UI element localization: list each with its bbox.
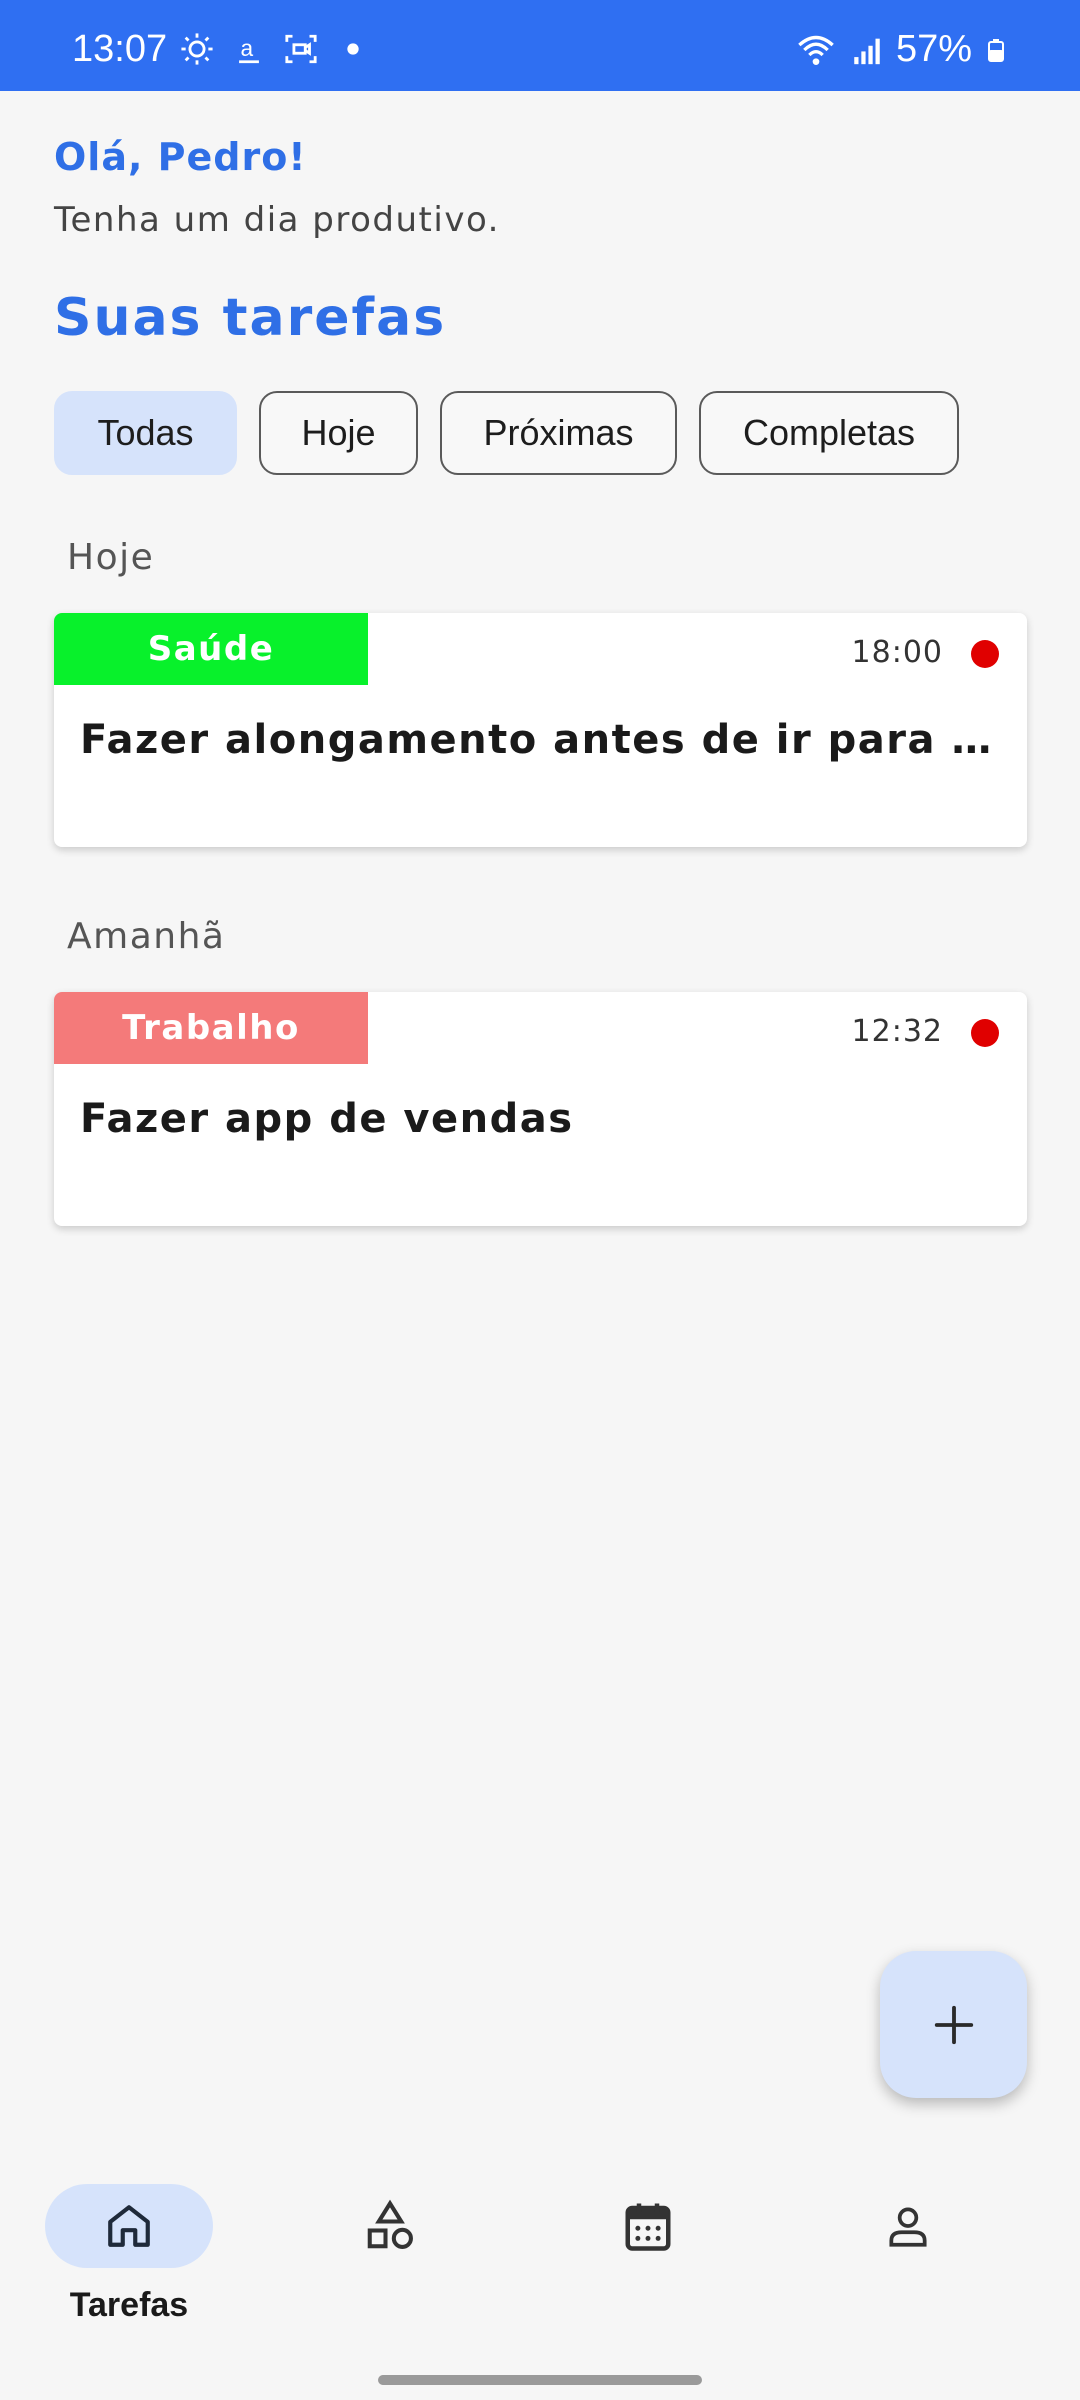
screen-record-icon <box>285 34 317 64</box>
nav-item-tarefas[interactable]: Tarefas <box>29 2184 229 2334</box>
nav-item-categories[interactable] <box>290 2184 490 2334</box>
filter-chip-completas[interactable]: Completas <box>699 391 959 475</box>
notification-dot-icon <box>347 43 359 55</box>
shapes-icon <box>367 2199 413 2249</box>
profile-icon <box>889 2207 927 2247</box>
wifi-icon <box>798 35 834 65</box>
bottom-navigation: Tarefas <box>0 2160 1080 2400</box>
filter-chips: Todas Hoje Próximas Completas <box>54 391 959 475</box>
status-bar: 13:07 a 57% <box>0 0 1080 91</box>
nav-item-calendar[interactable] <box>548 2184 748 2334</box>
task-title: Fazer alongamento antes de ir para facul… <box>80 717 1000 763</box>
task-title: Fazer app de vendas <box>80 1096 574 1142</box>
filter-chip-proximas[interactable]: Próximas <box>440 391 677 475</box>
status-icons-left: a <box>180 32 370 66</box>
task-time: 18:00 <box>851 635 943 670</box>
nav-item-profile[interactable] <box>808 2184 1008 2334</box>
nav-pill <box>306 2184 474 2268</box>
nav-active-indicator <box>45 2184 213 2268</box>
priority-dot <box>971 640 999 668</box>
group-label-tomorrow: Amanhã <box>67 916 226 957</box>
category-tag: Trabalho <box>54 992 368 1064</box>
brightness-icon <box>181 33 213 65</box>
battery-icon <box>988 38 1004 62</box>
filter-chip-hoje[interactable]: Hoje <box>259 391 418 475</box>
task-time: 12:32 <box>851 1014 943 1049</box>
greeting: Olá, Pedro! <box>54 135 307 179</box>
battery-percentage: 57% <box>895 28 972 70</box>
group-label-today: Hoje <box>67 537 155 578</box>
home-indicator[interactable] <box>378 2375 702 2385</box>
nav-pill <box>824 2184 992 2268</box>
page-title: Suas tarefas <box>54 288 447 348</box>
priority-dot <box>971 1019 999 1047</box>
filter-chip-todas[interactable]: Todas <box>54 391 237 475</box>
signal-icon <box>854 38 880 64</box>
home-icon <box>108 2205 150 2247</box>
task-card[interactable]: Trabalho 12:32 Fazer app de vendas <box>54 992 1027 1226</box>
nav-pill <box>564 2184 732 2268</box>
amazon-icon: a <box>239 35 259 64</box>
category-tag: Saúde <box>54 613 368 685</box>
add-task-button[interactable] <box>880 1951 1027 2098</box>
task-card[interactable]: Saúde 18:00 Fazer alongamento antes de i… <box>54 613 1027 847</box>
nav-label: Tarefas <box>69 2286 189 2324</box>
status-time: 13:07 <box>72 28 168 70</box>
subtitle: Tenha um dia produtivo. <box>54 200 500 240</box>
plus-icon <box>934 2005 973 2044</box>
svg-text:a: a <box>241 35 254 61</box>
status-icons-right: 57% <box>794 28 1008 71</box>
calendar-icon <box>625 2203 671 2251</box>
